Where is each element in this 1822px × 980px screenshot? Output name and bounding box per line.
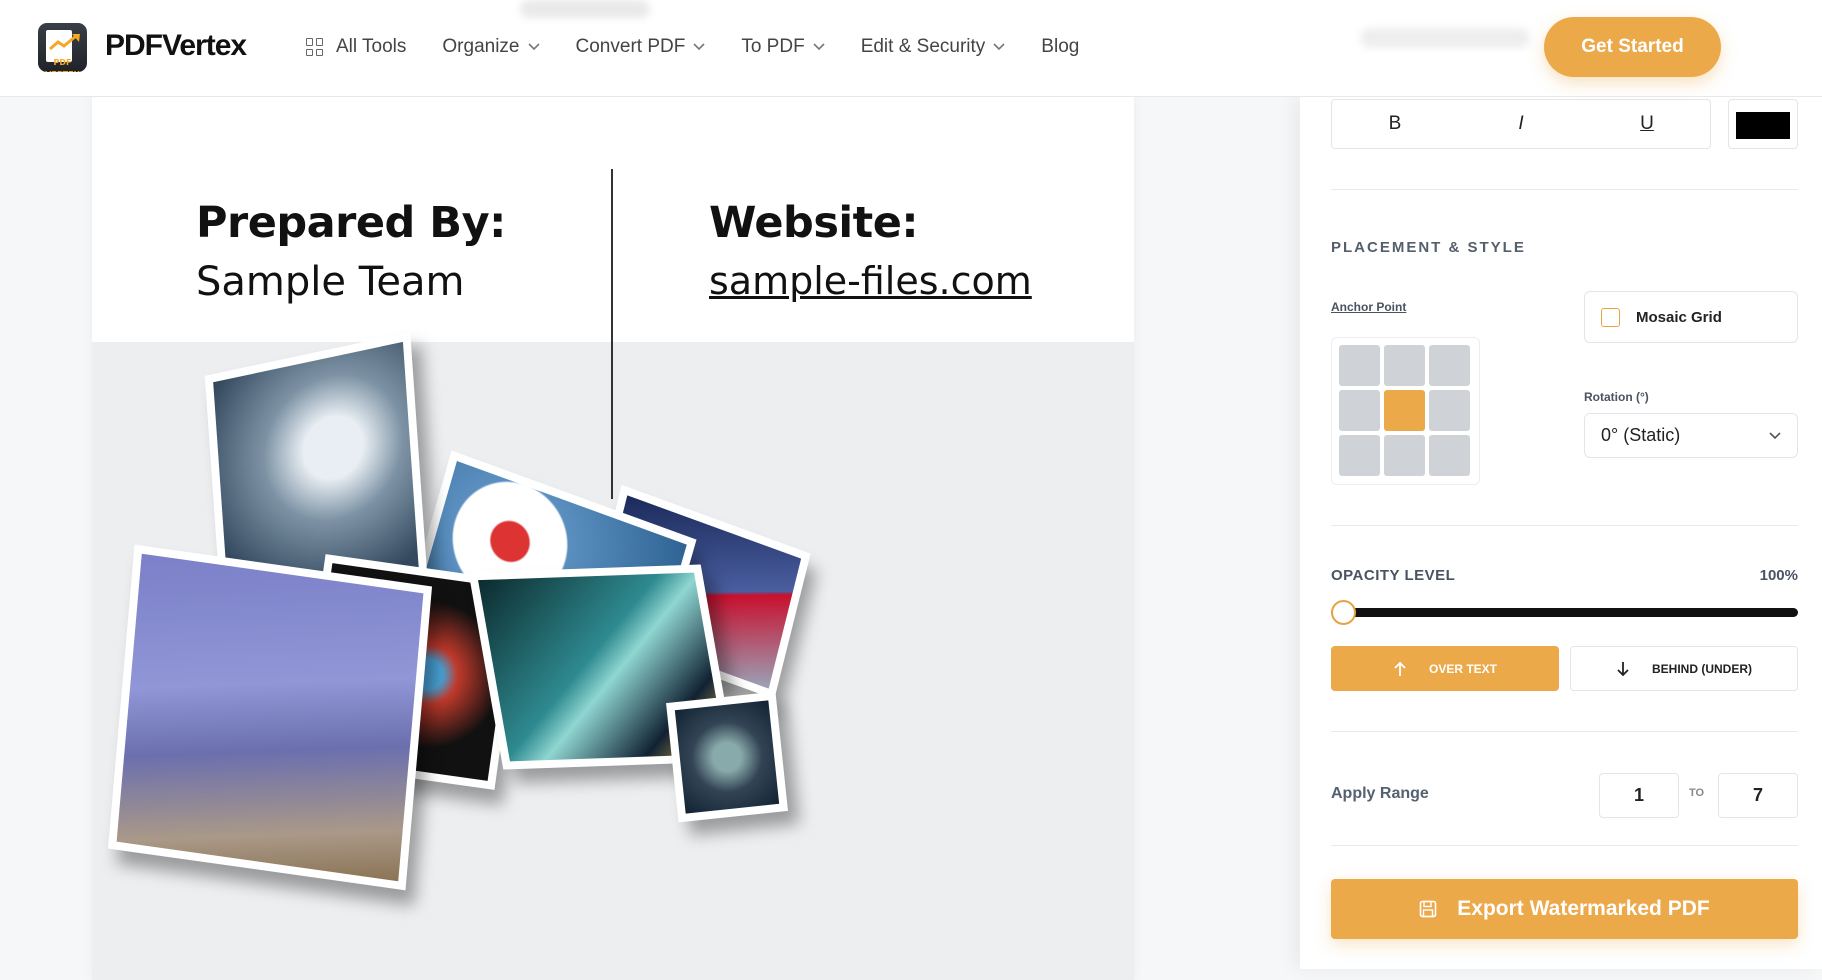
collage-photo	[666, 691, 788, 823]
anchor-bottom-right[interactable]	[1429, 435, 1470, 476]
doc-divider	[611, 169, 613, 499]
brand-logo[interactable]: PDF VERTEX	[38, 23, 87, 72]
divider	[1331, 731, 1798, 732]
chevron-down-icon	[813, 43, 825, 51]
anchor-bottom-left[interactable]	[1339, 435, 1380, 476]
website-link[interactable]: sample-files.com	[709, 259, 1032, 303]
range-to-label: TO	[1689, 787, 1705, 799]
divider	[1331, 525, 1798, 526]
nav-organize-label: Organize	[442, 36, 520, 57]
behind-under-label: BEHIND (UNDER)	[1652, 661, 1752, 676]
apply-range-label: Apply Range	[1331, 785, 1429, 802]
chevron-down-icon	[527, 43, 540, 51]
rotation-value: 0° (Static)	[1601, 425, 1681, 445]
bold-button[interactable]: B	[1332, 100, 1458, 148]
nav-convert-pdf-label: Convert PDF	[575, 36, 686, 57]
watermark-settings-panel: B I U PLACEMENT & STYLE Anchor Point Mos…	[1300, 97, 1822, 969]
underline-button[interactable]: U	[1584, 100, 1710, 148]
brand-name[interactable]: PDFVertex	[105, 29, 247, 63]
export-watermarked-pdf-button[interactable]: Export Watermarked PDF	[1331, 879, 1798, 939]
divider	[1331, 845, 1798, 846]
blurred-overlay-right	[1360, 28, 1530, 48]
export-label: Export Watermarked PDF	[1457, 897, 1710, 920]
anchor-point-grid	[1331, 337, 1480, 485]
arrow-up-icon	[1394, 661, 1406, 676]
opacity-slider-thumb[interactable]	[1331, 600, 1356, 625]
logo-chart-arrow-icon	[49, 34, 80, 51]
arrow-down-icon	[1617, 661, 1629, 676]
get-started-button[interactable]: Get Started	[1544, 17, 1721, 77]
color-swatch	[1736, 112, 1790, 139]
anchor-center[interactable]	[1384, 390, 1425, 431]
nav-all-tools[interactable]: All Tools	[306, 36, 406, 58]
prepared-by-value: Sample Team	[196, 259, 465, 305]
anchor-top-right[interactable]	[1429, 345, 1470, 386]
chevron-down-icon	[693, 43, 705, 51]
pdf-page-preview[interactable]: Prepared By: Sample Team Website: sample…	[92, 97, 1134, 980]
anchor-point-label: Anchor Point	[1331, 300, 1407, 314]
main-nav: All Tools Organize Convert PDF To PDF Ed…	[306, 36, 1115, 58]
italic-button[interactable]: I	[1458, 100, 1584, 148]
grid-icon	[306, 38, 324, 56]
logo-tag: PDF VERTEX	[45, 58, 80, 72]
mosaic-grid-label: Mosaic Grid	[1636, 308, 1722, 326]
anchor-middle-right[interactable]	[1429, 390, 1470, 431]
rotation-select[interactable]: 0° (Static)	[1584, 413, 1798, 458]
prepared-by-label: Prepared By:	[196, 198, 506, 248]
nav-organize[interactable]: Organize	[442, 36, 540, 58]
opacity-value: 100%	[1759, 567, 1798, 584]
divider	[1331, 189, 1798, 190]
chevron-down-icon	[993, 43, 1005, 51]
anchor-middle-left[interactable]	[1339, 390, 1380, 431]
nav-edit-security-label: Edit & Security	[860, 36, 986, 57]
opacity-label: OPACITY LEVEL	[1331, 567, 1456, 584]
over-text-button[interactable]: OVER TEXT	[1331, 646, 1559, 691]
top-navbar: PDF VERTEX PDFVertex All Tools Organize …	[0, 0, 1822, 97]
range-to-input[interactable]: 7	[1718, 773, 1798, 818]
website-label: Website:	[709, 198, 919, 248]
nav-edit-security[interactable]: Edit & Security	[861, 36, 1006, 58]
over-text-label: OVER TEXT	[1428, 661, 1497, 676]
nav-blog[interactable]: Blog	[1041, 36, 1079, 58]
anchor-bottom-center[interactable]	[1384, 435, 1425, 476]
mosaic-grid-toggle[interactable]: Mosaic Grid	[1584, 291, 1798, 343]
chevron-down-icon	[1769, 431, 1781, 439]
mosaic-checkbox[interactable]	[1601, 307, 1620, 327]
nav-blog-label: Blog	[1041, 36, 1080, 57]
rotation-label: Rotation (°)	[1584, 390, 1649, 404]
save-icon	[1419, 900, 1437, 918]
nav-to-pdf[interactable]: To PDF	[741, 36, 825, 58]
behind-under-button[interactable]: BEHIND (UNDER)	[1570, 646, 1798, 691]
range-from-input[interactable]: 1	[1599, 773, 1679, 818]
opacity-slider-track[interactable]	[1331, 608, 1798, 617]
text-color-picker[interactable]	[1728, 99, 1798, 149]
nav-convert-pdf[interactable]: Convert PDF	[576, 36, 706, 58]
nav-all-tools-label: All Tools	[336, 36, 407, 57]
anchor-top-left[interactable]	[1339, 345, 1380, 386]
blurred-overlay	[520, 0, 650, 18]
text-format-toolbar: B I U	[1331, 99, 1711, 149]
anchor-top-center[interactable]	[1384, 345, 1425, 386]
collage-photo	[107, 544, 433, 891]
nav-to-pdf-label: To PDF	[741, 36, 805, 57]
section-title: PLACEMENT & STYLE	[1331, 239, 1526, 256]
